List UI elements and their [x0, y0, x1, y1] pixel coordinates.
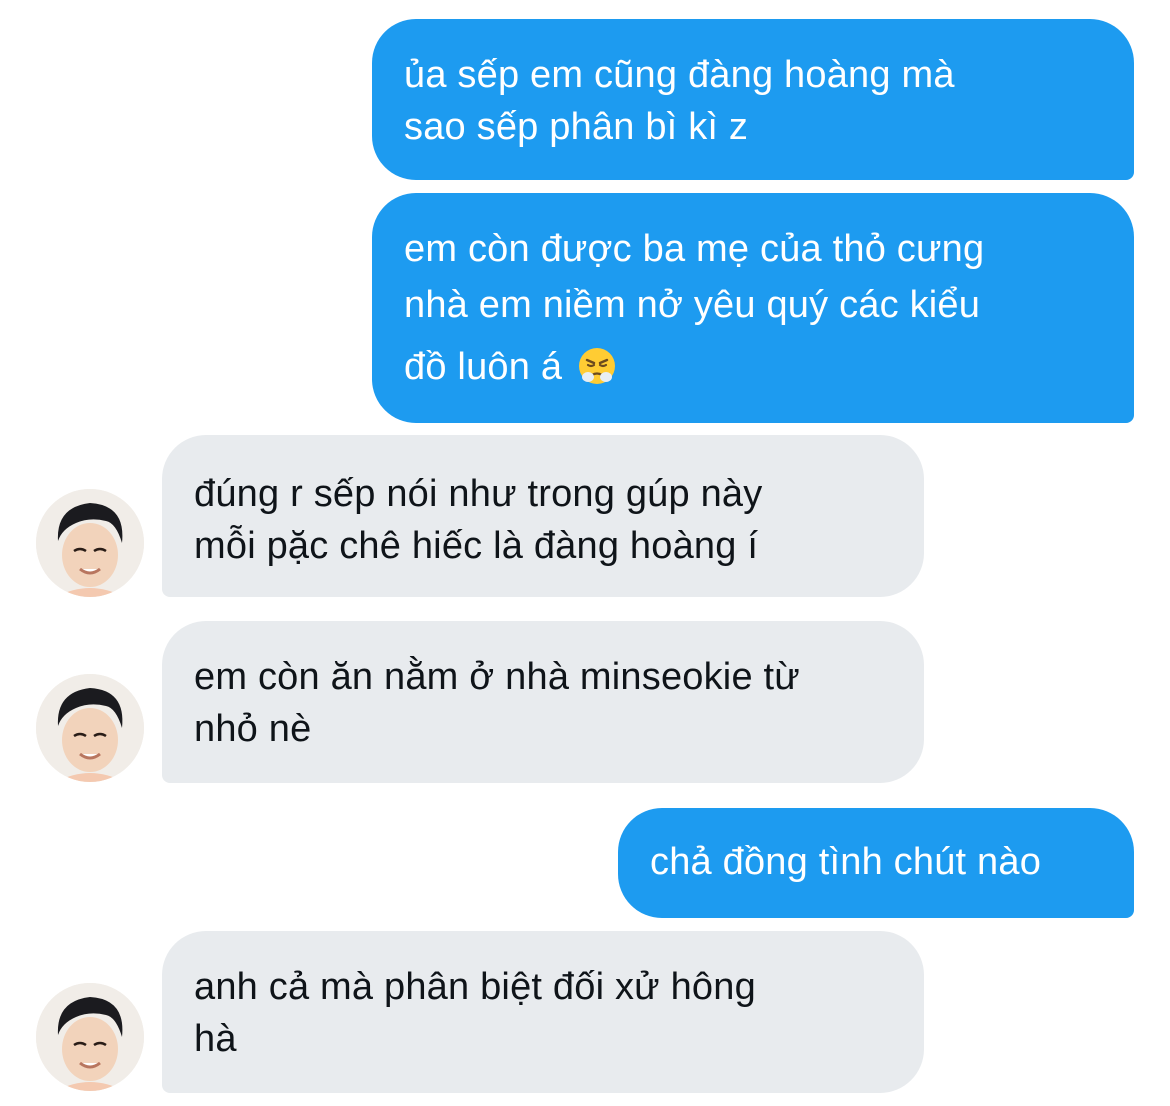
- message-text-line: ủa sếp em cũng đàng hoàng mà: [404, 54, 955, 96]
- message-text-line: anh cả mà phân biệt đối xử hông: [194, 966, 756, 1008]
- user-avatar-photo-icon: [36, 489, 144, 597]
- message-bubble-outgoing[interactable]: em còn được ba mẹ của thỏ cưng nhà em ni…: [372, 193, 1134, 423]
- user-avatar-photo-icon: [36, 674, 144, 782]
- message-bubble-outgoing[interactable]: chả đồng tình chút nào: [618, 808, 1134, 918]
- message-text-line: hà: [194, 1018, 237, 1060]
- user-avatar[interactable]: [36, 674, 144, 782]
- message-bubble-incoming[interactable]: anh cả mà phân biệt đối xử hông hà: [162, 931, 924, 1093]
- message-text-line: sao sếp phân bì kì z: [404, 106, 749, 148]
- message-text-line: em còn được ba mẹ của thỏ cưng: [404, 228, 985, 270]
- user-avatar[interactable]: [36, 489, 144, 597]
- message-bubble-incoming[interactable]: đúng r sếp nói như trong gúp này mỗi pặc…: [162, 435, 924, 597]
- message-text-line: đồ luôn á: [404, 346, 563, 388]
- steam-from-nose-emoji-icon: [578, 348, 615, 384]
- message-text-line: em còn ăn nằm ở nhà minseokie từ: [194, 656, 800, 698]
- message-bubble-outgoing[interactable]: ủa sếp em cũng đàng hoàng mà sao sếp phâ…: [372, 19, 1134, 180]
- user-avatar[interactable]: [36, 983, 144, 1091]
- dm-conversation: ủa sếp em cũng đàng hoàng mà sao sếp phâ…: [0, 0, 1170, 1106]
- message-text-line: nhỏ nè: [194, 708, 312, 750]
- message-text-line: chả đồng tình chút nào: [650, 841, 1042, 883]
- message-text-line: nhà em niềm nở yêu quý các kiểu: [404, 284, 981, 326]
- user-avatar-photo-icon: [36, 983, 144, 1091]
- message-text-line: mỗi pặc chê hiếc là đàng hoàng í: [194, 525, 759, 567]
- message-text-line: đúng r sếp nói như trong gúp này: [194, 473, 763, 515]
- message-bubble-incoming[interactable]: em còn ăn nằm ở nhà minseokie từ nhỏ nè: [162, 621, 924, 783]
